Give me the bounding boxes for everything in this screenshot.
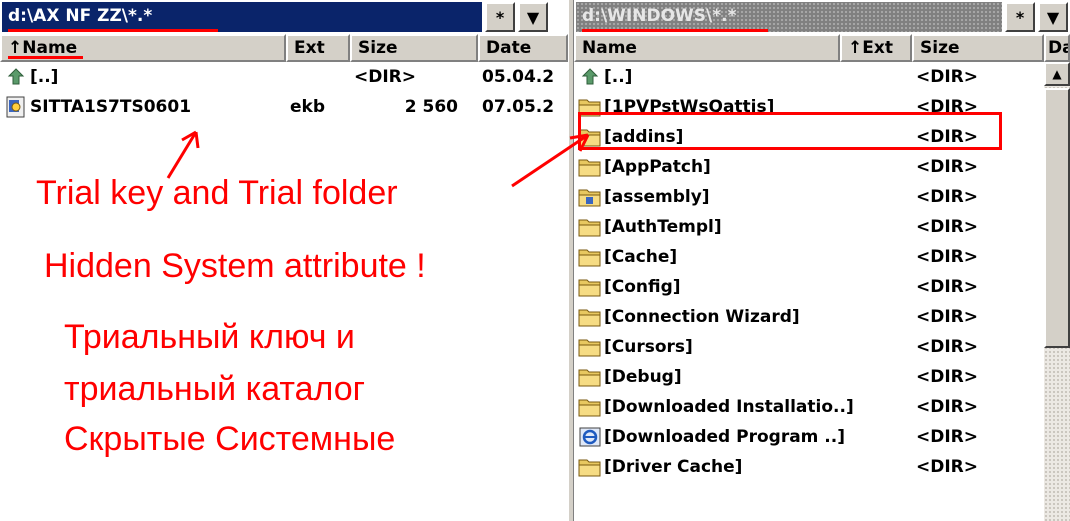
annotation-arrows	[166, 130, 590, 188]
arrow-head-folder	[569, 133, 590, 152]
arrow-to-folder	[511, 133, 589, 188]
